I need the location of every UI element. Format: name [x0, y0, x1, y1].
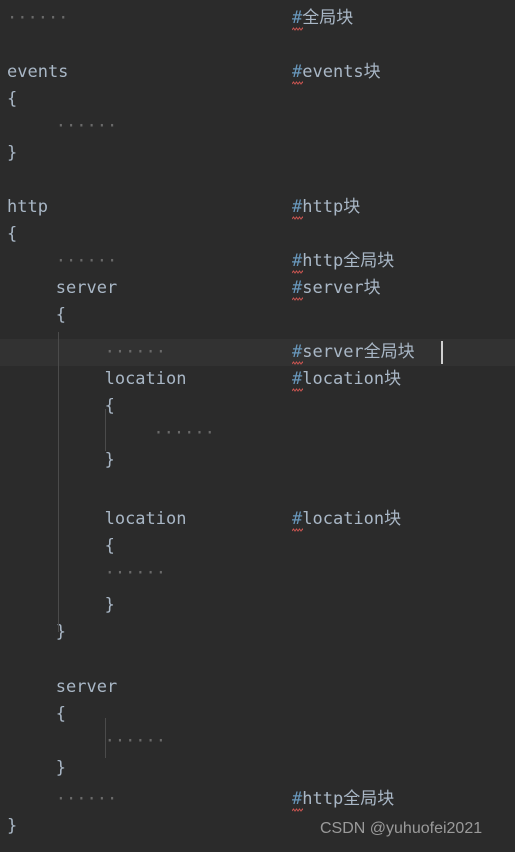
code-line[interactable]: {: [0, 302, 515, 329]
code-line[interactable]: server # server块: [0, 275, 515, 302]
inline-comment: # http全局块: [292, 248, 394, 275]
code-line[interactable]: server: [0, 674, 515, 701]
code-line[interactable]: ······: [0, 728, 515, 755]
code-line[interactable]: {: [0, 86, 515, 113]
indent-guide: [105, 409, 106, 451]
code-line[interactable]: location # location块: [0, 506, 515, 533]
code-line[interactable]: events # events块: [0, 59, 515, 86]
inline-comment: # location块: [292, 506, 401, 533]
code-brace: }: [104, 595, 115, 615]
inline-comment: # http全局块: [292, 786, 394, 813]
code-line[interactable]: }: [0, 447, 515, 474]
text-caret: [441, 341, 443, 364]
comment-body: events块: [302, 62, 381, 82]
comment-body: http全局块: [302, 251, 395, 271]
code-line[interactable]: {: [0, 533, 515, 560]
code-line[interactable]: {: [0, 221, 515, 248]
code-keyword: events: [7, 62, 69, 82]
inline-comment: # http块: [292, 194, 360, 221]
comment-hash-token: #: [292, 342, 303, 365]
code-line[interactable]: [0, 32, 515, 59]
code-line[interactable]: }: [0, 619, 515, 646]
code-line[interactable]: http # http块: [0, 194, 515, 221]
code-line[interactable]: ······ # 全局块: [0, 5, 515, 32]
code-line[interactable]: [0, 646, 515, 673]
comment-hash-token: #: [292, 278, 303, 301]
spellcheck-squiggle: [292, 528, 303, 532]
inline-comment: # server块: [292, 275, 381, 302]
inline-comment: # location块: [292, 366, 401, 393]
editor-code-area[interactable]: ······ # 全局块 events # events块{······} http # htt…: [0, 0, 515, 852]
whitespace-dots: ······: [55, 116, 118, 136]
indent-guide: [58, 332, 59, 632]
code-brace: {: [7, 224, 18, 244]
code-line[interactable]: ······ # http全局块: [0, 786, 515, 813]
inline-comment: # 全局块: [292, 5, 353, 32]
code-line[interactable]: }: [0, 140, 515, 167]
whitespace-dots: ······: [55, 251, 118, 271]
whitespace-dots: ······: [7, 8, 69, 28]
code-line[interactable]: {: [0, 701, 515, 728]
code-line-current[interactable]: ······ # server全局块: [0, 339, 515, 366]
csdn-watermark: CSDN @yuhuofei2021: [320, 820, 483, 837]
code-line[interactable]: }: [0, 755, 515, 782]
spellcheck-squiggle: [292, 81, 303, 85]
comment-hash-token: #: [292, 369, 303, 392]
whitespace-dots: ······: [104, 731, 167, 751]
comment-body: http块: [302, 197, 361, 217]
comment-body: server全局块: [302, 342, 415, 362]
spellcheck-squiggle: [292, 270, 303, 274]
inline-comment: # events块: [292, 59, 381, 86]
spellcheck-squiggle: [292, 216, 303, 220]
comment-body: 全局块: [302, 8, 354, 28]
code-line[interactable]: ······: [0, 560, 515, 587]
code-line[interactable]: ······: [0, 113, 515, 140]
code-brace: {: [55, 704, 67, 724]
code-brace: }: [7, 143, 18, 163]
spellcheck-squiggle: [292, 361, 303, 365]
spellcheck-squiggle: [292, 388, 303, 392]
whitespace-dots: ······: [153, 423, 215, 443]
comment-hash-token: #: [292, 251, 303, 274]
indent-guide: [105, 718, 106, 758]
whitespace-dots: ······: [104, 342, 167, 362]
inline-comment: # server全局块: [292, 339, 415, 366]
comment-body: server块: [302, 278, 381, 298]
code-brace: {: [7, 89, 18, 109]
code-line[interactable]: location # location块: [0, 366, 515, 393]
code-brace: }: [7, 816, 18, 836]
spellcheck-squiggle: [292, 27, 303, 31]
comment-body: location块: [302, 509, 402, 529]
comment-hash-token: #: [292, 197, 303, 220]
code-keyword: location: [104, 369, 187, 389]
code-brace: }: [55, 758, 67, 778]
code-line[interactable]: [0, 474, 515, 501]
comment-hash-token: #: [292, 509, 303, 532]
spellcheck-squiggle: [292, 297, 303, 301]
code-keyword: server: [55, 677, 118, 697]
comment-body: http全局块: [302, 789, 395, 809]
code-keyword: http: [7, 197, 48, 217]
code-line[interactable]: [0, 167, 515, 194]
comment-hash-token: #: [292, 8, 303, 31]
whitespace-dots: ······: [104, 563, 167, 583]
code-keyword: location: [104, 509, 187, 529]
comment-hash-token: #: [292, 62, 303, 85]
code-keyword: server: [55, 278, 118, 298]
code-line[interactable]: }: [0, 592, 515, 619]
comment-body: location块: [302, 369, 402, 389]
code-line[interactable]: ······ # http全局块: [0, 248, 515, 275]
code-line[interactable]: ······: [0, 420, 515, 447]
code-brace: {: [104, 396, 115, 416]
spellcheck-squiggle: [292, 808, 303, 812]
code-brace: {: [104, 536, 115, 556]
whitespace-dots: ······: [55, 789, 118, 809]
code-brace: }: [104, 450, 115, 470]
code-line[interactable]: {: [0, 393, 515, 420]
code-editor[interactable]: ······ # 全局块 events # events块{······} http # htt…: [0, 0, 515, 852]
comment-hash-token: #: [292, 789, 303, 812]
code-brace: {: [55, 305, 67, 325]
